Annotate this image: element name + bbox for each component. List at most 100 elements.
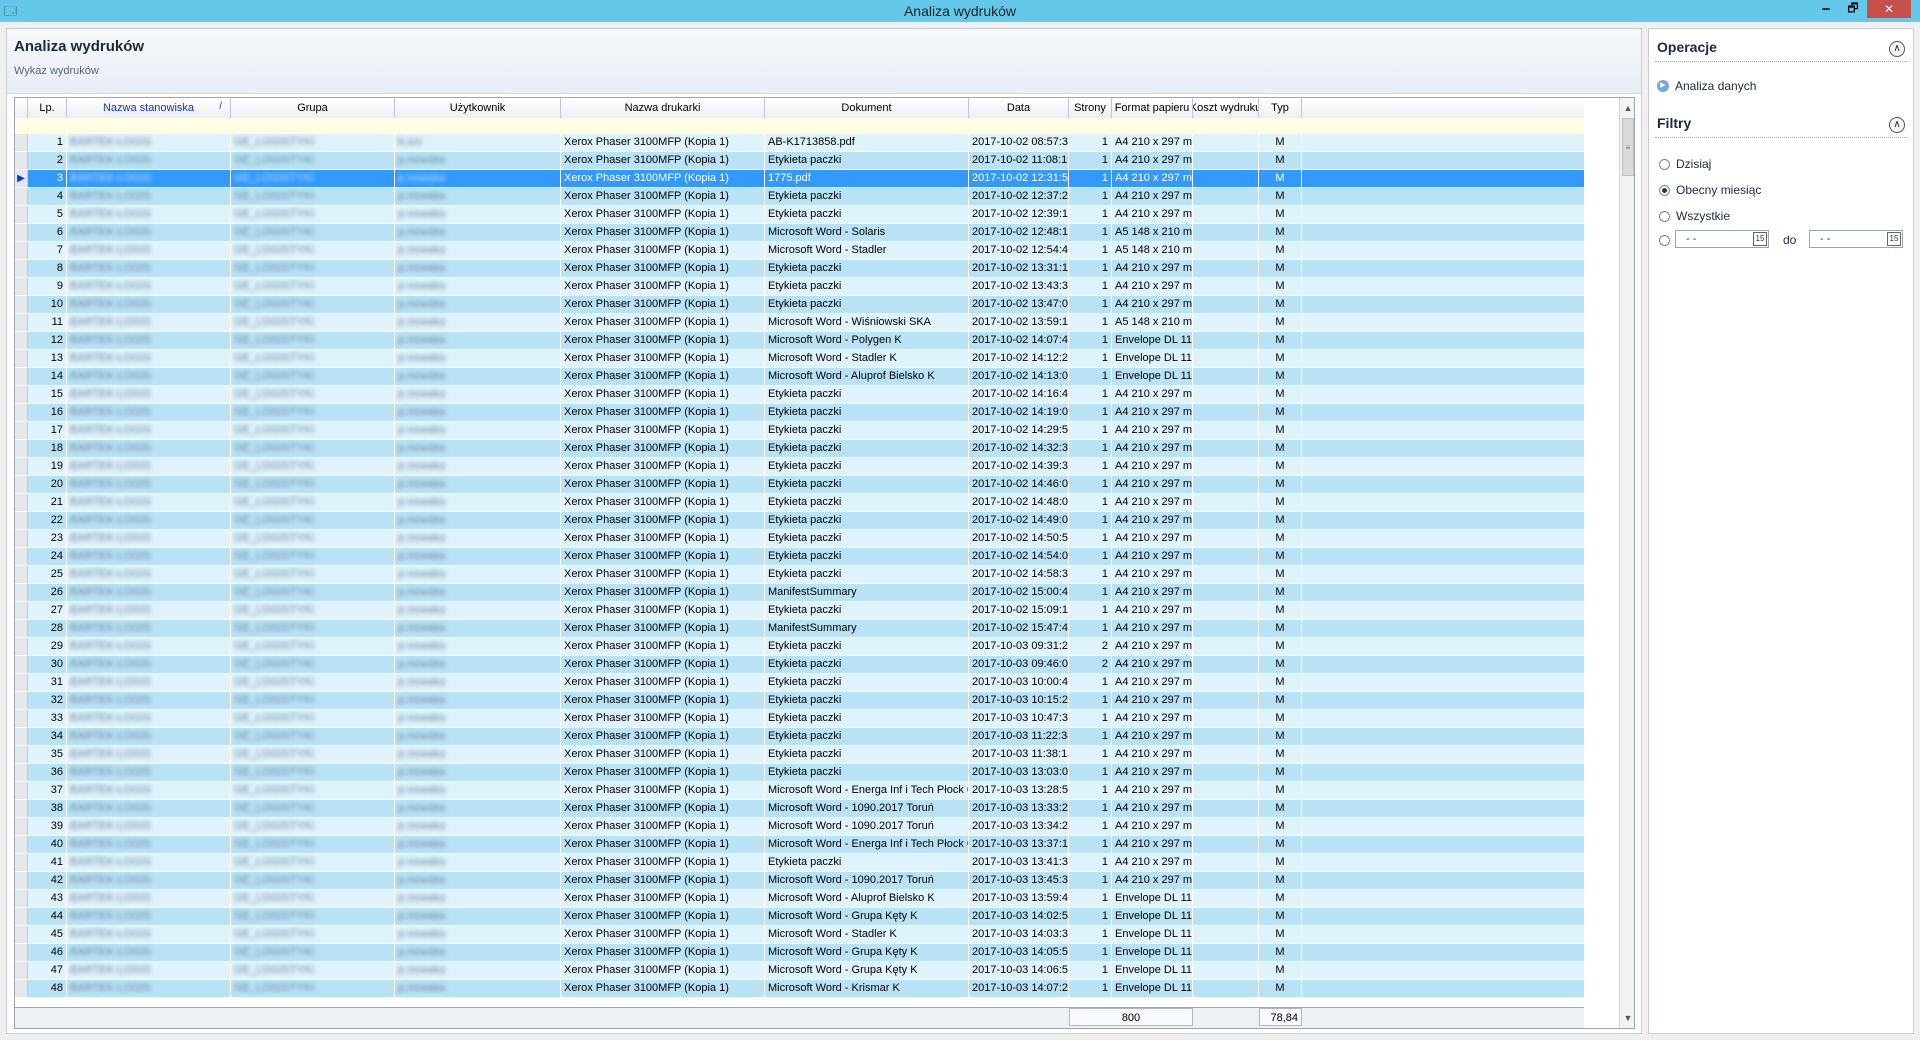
analyze-data-button[interactable]: ▶ Analiza danych	[1657, 79, 1756, 93]
table-row[interactable]: 1 BARTEK-LOGIS GE_LOGISTYKI b.sor Xerox Phas…	[15, 134, 1584, 152]
calendar-icon[interactable]: 15	[1753, 232, 1767, 246]
row-selector[interactable]	[15, 728, 28, 745]
column-header-lp[interactable]: Lp.	[28, 98, 67, 118]
table-row[interactable]: 30 BARTEK-LOGIS GE_LOGISTYKI p.nowaka Xerox …	[15, 656, 1584, 674]
table-row[interactable]: 19 BARTEK-LOGIS GE_LOGISTYKI p.nowaka Xerox …	[15, 458, 1584, 476]
row-selector[interactable]	[15, 854, 28, 871]
row-selector[interactable]	[15, 332, 28, 349]
table-row[interactable]: 37 BARTEK-LOGIS GE_LOGISTYKI p.nowaka Xerox …	[15, 782, 1584, 800]
row-selector[interactable]	[15, 206, 28, 223]
table-row[interactable]: 7 BARTEK-LOGIS GE_LOGISTYKI p.nowaka Xerox P…	[15, 242, 1584, 260]
row-selector[interactable]	[15, 782, 28, 799]
column-header-user[interactable]: Użytkownik	[395, 98, 561, 118]
row-selector[interactable]	[15, 836, 28, 853]
column-header-date[interactable]: Data	[969, 98, 1069, 118]
row-selector[interactable]	[15, 656, 28, 673]
table-row[interactable]: 24 BARTEK-LOGIS GE_LOGISTYKI p.nowaka Xerox …	[15, 548, 1584, 566]
filters-collapse-icon[interactable]: ∧	[1889, 117, 1905, 133]
row-selector[interactable]	[15, 296, 28, 313]
row-selector[interactable]	[15, 224, 28, 241]
table-row[interactable]: 26 BARTEK-LOGIS GE_LOGISTYKI p.nowaka Xerox …	[15, 584, 1584, 602]
row-selector[interactable]	[15, 980, 28, 997]
table-row[interactable]: 33 BARTEK-LOGIS GE_LOGISTYKI p.nowaka Xerox …	[15, 710, 1584, 728]
row-selector[interactable]: ▶	[15, 170, 28, 187]
row-selector[interactable]	[15, 476, 28, 493]
row-selector[interactable]	[15, 494, 28, 511]
table-row[interactable]: 4 BARTEK-LOGIS GE_LOGISTYKI p.nowaka Xerox P…	[15, 188, 1584, 206]
table-row[interactable]: 38 BARTEK-LOGIS GE_LOGISTYKI p.nowaka Xerox …	[15, 800, 1584, 818]
table-row[interactable]: 15 BARTEK-LOGIS GE_LOGISTYKI p.nowaka Xerox …	[15, 386, 1584, 404]
column-header-cost[interactable]: Koszt wydruku	[1193, 98, 1259, 118]
table-row[interactable]: 8 BARTEK-LOGIS GE_LOGISTYKI p.nowaka Xerox P…	[15, 260, 1584, 278]
row-selector[interactable]	[15, 548, 28, 565]
row-selector[interactable]	[15, 242, 28, 259]
table-row[interactable]: 40 BARTEK-LOGIS GE_LOGISTYKI p.nowaka Xerox …	[15, 836, 1584, 854]
table-row[interactable]: 45 BARTEK-LOGIS GE_LOGISTYKI p.nowaka Xerox …	[15, 926, 1584, 944]
row-selector[interactable]	[15, 746, 28, 763]
column-header-printer[interactable]: Nazwa drukarki	[561, 98, 765, 118]
column-header-group[interactable]: Grupa	[231, 98, 395, 118]
vertical-scrollbar[interactable]: ▲ ≡ ▼	[1619, 98, 1634, 1028]
table-row[interactable]: 18 BARTEK-LOGIS GE_LOGISTYKI p.nowaka Xerox …	[15, 440, 1584, 458]
filter-range[interactable]	[1659, 235, 1676, 246]
row-selector[interactable]	[15, 944, 28, 961]
table-row[interactable]: 20 BARTEK-LOGIS GE_LOGISTYKI p.nowaka Xerox …	[15, 476, 1584, 494]
table-row[interactable]: 16 BARTEK-LOGIS GE_LOGISTYKI p.nowaka Xerox …	[15, 404, 1584, 422]
row-selector[interactable]	[15, 764, 28, 781]
radio-all[interactable]	[1659, 210, 1670, 222]
table-row[interactable]: 25 BARTEK-LOGIS GE_LOGISTYKI p.nowaka Xerox …	[15, 566, 1584, 584]
table-row[interactable]: 47 BARTEK-LOGIS GE_LOGISTYKI p.nowaka Xerox …	[15, 962, 1584, 980]
row-selector[interactable]	[15, 188, 28, 205]
radio-today[interactable]	[1659, 158, 1670, 170]
row-selector[interactable]	[15, 638, 28, 655]
minimize-button[interactable]: 🗕	[1813, 0, 1839, 18]
table-row[interactable]: 11 BARTEK-LOGIS GE_LOGISTYKI p.nowaka Xerox …	[15, 314, 1584, 332]
date-to-input[interactable]: - - 15	[1809, 230, 1903, 248]
table-row[interactable]: 42 BARTEK-LOGIS GE_LOGISTYKI p.nowaka Xerox …	[15, 872, 1584, 890]
table-row[interactable]: 46 BARTEK-LOGIS GE_LOGISTYKI p.nowaka Xerox …	[15, 944, 1584, 962]
table-row[interactable]: 41 BARTEK-LOGIS GE_LOGISTYKI p.nowaka Xerox …	[15, 854, 1584, 872]
column-header-paper[interactable]: Format papieru	[1112, 98, 1193, 118]
table-row[interactable]: 39 BARTEK-LOGIS GE_LOGISTYKI p.nowaka Xerox …	[15, 818, 1584, 836]
operations-collapse-icon[interactable]: ∧	[1889, 41, 1905, 57]
row-selector[interactable]	[15, 692, 28, 709]
filter-current-month[interactable]: Obecny miesiąc	[1659, 183, 1761, 197]
row-selector[interactable]	[15, 566, 28, 583]
row-selector[interactable]	[15, 278, 28, 295]
table-row[interactable]: 14 BARTEK-LOGIS GE_LOGISTYKI p.nowaka Xerox …	[15, 368, 1584, 386]
row-selector[interactable]	[15, 872, 28, 889]
row-selector[interactable]	[15, 512, 28, 529]
row-selector[interactable]	[15, 620, 28, 637]
table-row[interactable]: 2 BARTEK-LOGIS GE_LOGISTYKI p.nowaka Xerox P…	[15, 152, 1584, 170]
column-header-document[interactable]: Dokument	[765, 98, 969, 118]
table-row[interactable]: 23 BARTEK-LOGIS GE_LOGISTYKI p.nowaka Xerox …	[15, 530, 1584, 548]
table-row[interactable]: 13 BARTEK-LOGIS GE_LOGISTYKI p.nowaka Xerox …	[15, 350, 1584, 368]
column-header-workstation[interactable]: Nazwa stanowiska /	[67, 98, 231, 118]
table-row[interactable]: 10 BARTEK-LOGIS GE_LOGISTYKI p.nowaka Xerox …	[15, 296, 1584, 314]
table-row[interactable]: 35 BARTEK-LOGIS GE_LOGISTYKI p.nowaka Xerox …	[15, 746, 1584, 764]
table-row[interactable]: 22 BARTEK-LOGIS GE_LOGISTYKI p.nowaka Xerox …	[15, 512, 1584, 530]
row-selector[interactable]	[15, 530, 28, 547]
filter-all[interactable]: Wszystkie	[1659, 209, 1730, 223]
row-selector[interactable]	[15, 152, 28, 169]
row-selector[interactable]	[15, 386, 28, 403]
table-row[interactable]: 28 BARTEK-LOGIS GE_LOGISTYKI p.nowaka Xerox …	[15, 620, 1584, 638]
table-row[interactable]: 6 BARTEK-LOGIS GE_LOGISTYKI p.nowaka Xerox P…	[15, 224, 1584, 242]
grid-filter-row[interactable]	[15, 118, 1584, 135]
row-selector[interactable]	[15, 422, 28, 439]
row-selector[interactable]	[15, 314, 28, 331]
table-row[interactable]: ▶ 3 BARTEK-LOGIS GE_LOGISTYKI p.nowaka Xerox …	[15, 170, 1584, 188]
scroll-down-icon[interactable]: ▼	[1620, 1010, 1634, 1026]
row-selector[interactable]	[15, 458, 28, 475]
maximize-button[interactable]: 🗗	[1840, 0, 1866, 18]
row-selector[interactable]	[15, 584, 28, 601]
table-row[interactable]: 32 BARTEK-LOGIS GE_LOGISTYKI p.nowaka Xerox …	[15, 692, 1584, 710]
row-selector[interactable]	[15, 260, 28, 277]
table-row[interactable]: 43 BARTEK-LOGIS GE_LOGISTYKI p.nowaka Xerox …	[15, 890, 1584, 908]
row-selector[interactable]	[15, 602, 28, 619]
table-row[interactable]: 17 BARTEK-LOGIS GE_LOGISTYKI p.nowaka Xerox …	[15, 422, 1584, 440]
calendar-icon[interactable]: 15	[1887, 232, 1901, 246]
table-row[interactable]: 48 BARTEK-LOGIS GE_LOGISTYKI p.nowaka Xerox …	[15, 980, 1584, 998]
row-selector[interactable]	[15, 818, 28, 835]
column-header-type[interactable]: Typ	[1259, 98, 1302, 118]
